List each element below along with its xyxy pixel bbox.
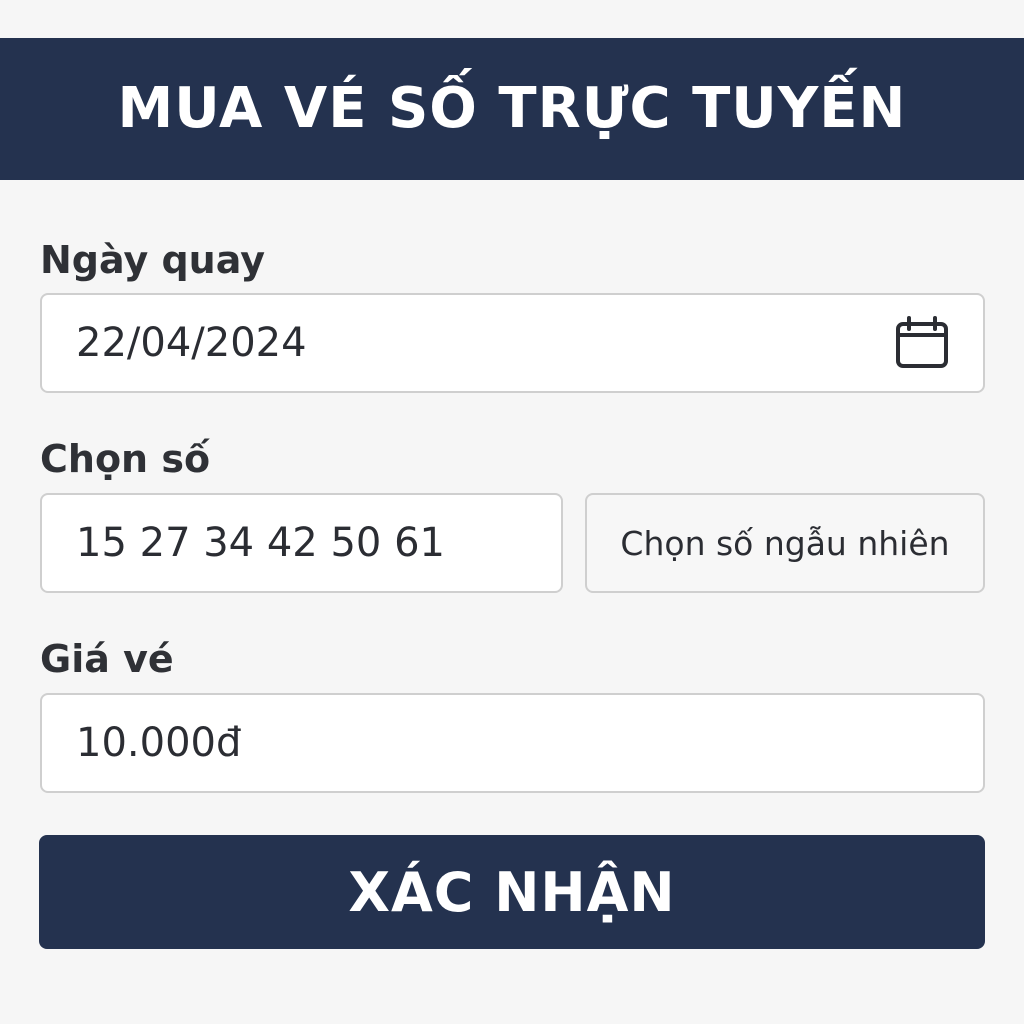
- lottery-purchase-page: MUA VÉ SỐ TRỰC TUYẾN Ngày quay 22/04/202…: [0, 0, 1024, 1024]
- draw-date-value: 22/04/2024: [76, 320, 307, 366]
- draw-date-field[interactable]: 22/04/2024: [40, 293, 985, 393]
- price-label: Giá vé: [40, 637, 174, 681]
- price-value: 10.000đ: [76, 720, 242, 766]
- calendar-icon[interactable]: [895, 316, 949, 370]
- numbers-input[interactable]: 15 27 34 42 50 61: [40, 493, 563, 593]
- page-title: MUA VÉ SỐ TRỰC TUYẾN: [117, 76, 907, 141]
- page-header: MUA VÉ SỐ TRỰC TUYẾN: [0, 38, 1024, 180]
- price-field[interactable]: 10.000đ: [40, 693, 985, 793]
- random-numbers-button[interactable]: Chọn số ngẫu nhiên: [585, 493, 985, 593]
- numbers-label: Chọn số: [40, 437, 211, 481]
- numbers-value: 15 27 34 42 50 61: [76, 520, 445, 566]
- draw-date-label: Ngày quay: [40, 238, 265, 282]
- confirm-button[interactable]: XÁC NHẬN: [39, 835, 985, 949]
